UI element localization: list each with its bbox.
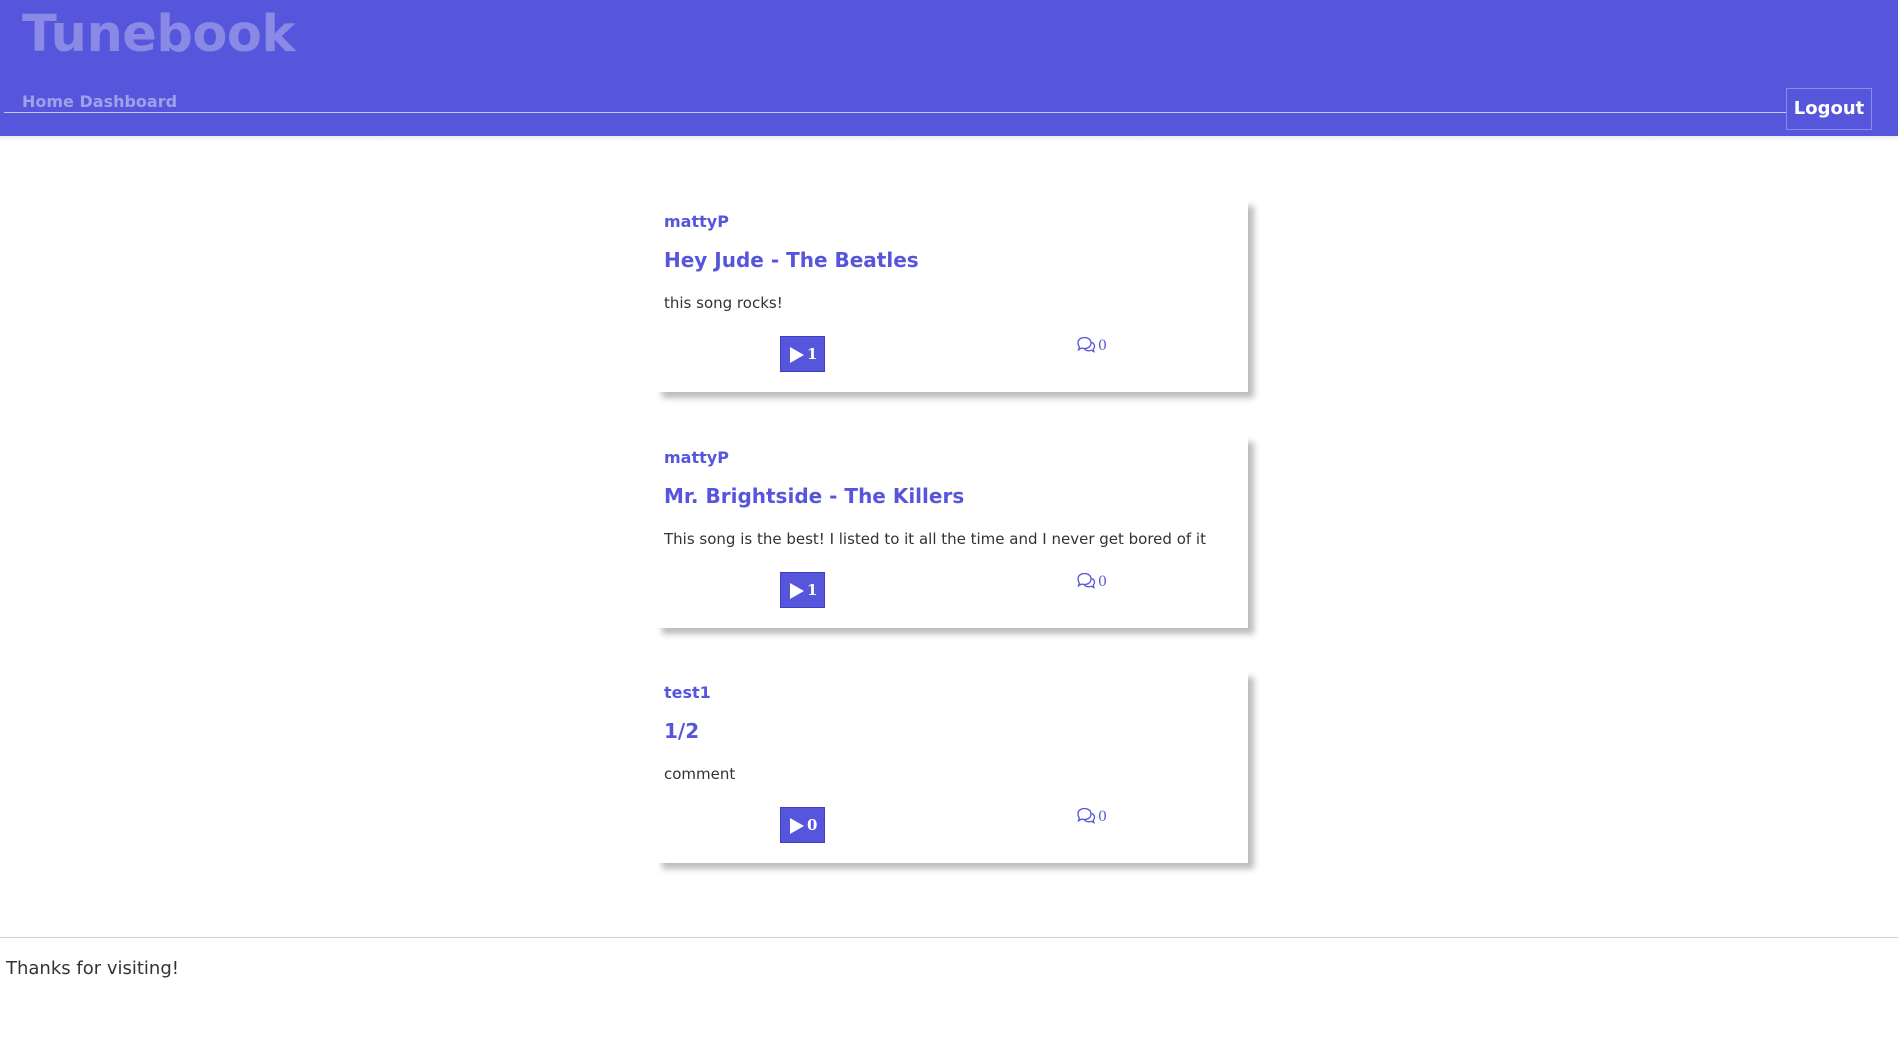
nav-link-home[interactable]: Home: [22, 92, 74, 111]
play-count: 1: [807, 581, 818, 599]
comment-count: 0: [1098, 574, 1107, 590]
post-author[interactable]: mattyP: [664, 448, 729, 467]
comments-icon: [1077, 572, 1096, 589]
play-button[interactable]: 1: [780, 336, 825, 372]
header-shadow: [0, 136, 1898, 142]
nav-links: Home Dashboard: [22, 92, 177, 112]
post-card: mattyP Hey Jude - The Beatles this song …: [656, 200, 1248, 392]
comments-icon: [1077, 336, 1096, 353]
comment-count: 0: [1098, 338, 1107, 354]
post-comment: this song rocks!: [664, 294, 783, 312]
post-title[interactable]: Mr. Brightside - The Killers: [664, 484, 964, 508]
play-icon: [790, 583, 804, 599]
logout-button[interactable]: Logout: [1786, 88, 1872, 130]
comments-icon: [1077, 807, 1096, 824]
nav-link-dashboard[interactable]: Dashboard: [79, 92, 177, 111]
brand-title[interactable]: Tunebook: [22, 4, 295, 66]
play-button[interactable]: 1: [780, 572, 825, 608]
footer-text: Thanks for visiting!: [6, 958, 179, 979]
play-count: 1: [807, 345, 818, 363]
footer-divider: [0, 937, 1898, 938]
post-title[interactable]: Hey Jude - The Beatles: [664, 248, 919, 272]
post-card: mattyP Mr. Brightside - The Killers This…: [656, 436, 1248, 628]
nav-divider: [4, 112, 1872, 113]
post-author[interactable]: test1: [664, 683, 711, 702]
top-header: Tunebook Home Dashboard Logout: [0, 0, 1898, 136]
play-count: 0: [807, 816, 818, 834]
post-author[interactable]: mattyP: [664, 212, 729, 231]
post-comment: comment: [664, 765, 736, 783]
post-title[interactable]: 1/2: [664, 719, 699, 743]
comment-count: 0: [1098, 809, 1107, 825]
post-card: test1 1/2 comment 0 0: [656, 671, 1248, 863]
play-icon: [790, 818, 804, 834]
play-icon: [790, 347, 804, 363]
post-comment: This song is the best! I listed to it al…: [664, 530, 1206, 548]
play-button[interactable]: 0: [780, 807, 825, 843]
